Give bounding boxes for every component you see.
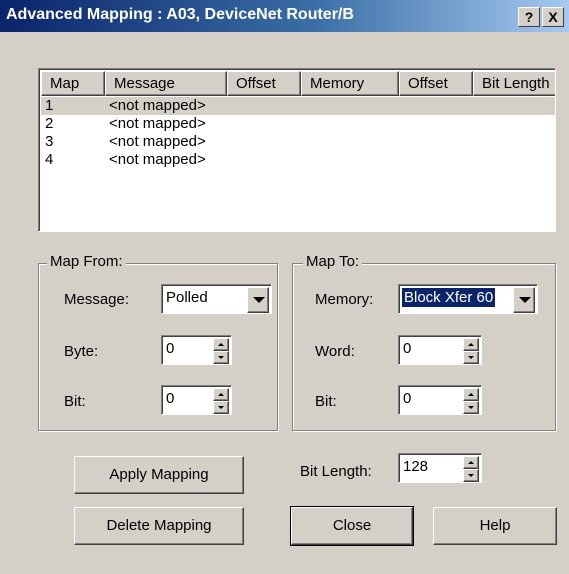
delete-mapping-button[interactable]: Delete Mapping [74, 507, 244, 545]
memory-dropdown-button[interactable] [513, 287, 535, 313]
from-bit-spinbox[interactable]: 0 [161, 385, 232, 415]
help-button[interactable]: Help [433, 507, 557, 545]
row-message: <not mapped> [109, 115, 206, 132]
row-map: 4 [45, 151, 54, 168]
bit-length-spinbox[interactable]: 128 [398, 453, 482, 483]
map-to-legend: Map To: [303, 253, 363, 270]
to-bit-increment-button[interactable] [463, 388, 479, 401]
to-bit-spin-buttons [463, 388, 479, 414]
byte-value: 0 [166, 340, 175, 357]
byte-spinbox[interactable]: 0 [161, 335, 232, 365]
word-label: Word: [315, 343, 355, 360]
table-header: Map Message Offset Memory Offset Bit Len… [41, 71, 555, 96]
memory-select-value: Block Xfer 60 [402, 288, 496, 307]
window-title: Advanced Mapping : A03, DeviceNet Router… [6, 6, 354, 23]
from-bit-spin-buttons [213, 388, 229, 414]
arrow-up-icon [468, 343, 474, 346]
help-title-button[interactable]: ? [518, 7, 540, 27]
arrow-down-icon [468, 406, 474, 409]
from-bit-value: 0 [166, 390, 175, 407]
bit-length-label: Bit Length: [300, 463, 372, 480]
table-row[interactable]: 2 <not mapped> [41, 115, 555, 133]
message-select[interactable]: Polled [161, 284, 272, 314]
close-title-button[interactable]: X [542, 7, 564, 27]
title-bar[interactable]: Advanced Mapping : A03, DeviceNet Router… [0, 0, 569, 32]
column-header-map[interactable]: Map [41, 71, 105, 96]
memory-label: Memory: [315, 291, 374, 308]
byte-label: Byte: [64, 343, 99, 360]
arrow-down-icon [468, 474, 474, 477]
byte-decrement-button[interactable] [213, 351, 229, 364]
word-value: 0 [403, 340, 412, 357]
word-decrement-button[interactable] [463, 351, 479, 364]
column-header-offset[interactable]: Offset [227, 71, 301, 96]
table-row[interactable]: 3 <not mapped> [41, 133, 555, 151]
from-bit-label: Bit: [64, 393, 86, 410]
close-button[interactable]: Close [290, 506, 414, 546]
table-row[interactable]: 4 <not mapped> [41, 151, 555, 169]
byte-spin-buttons [213, 338, 229, 364]
from-bit-increment-button[interactable] [213, 388, 229, 401]
to-bit-label: Bit: [315, 393, 337, 410]
arrow-down-icon [218, 356, 224, 359]
row-message: <not mapped> [109, 97, 206, 114]
map-from-legend: Map From: [47, 253, 126, 270]
arrow-up-icon [468, 461, 474, 464]
to-bit-decrement-button[interactable] [463, 401, 479, 414]
byte-increment-button[interactable] [213, 338, 229, 351]
from-bit-decrement-button[interactable] [213, 401, 229, 414]
word-increment-button[interactable] [463, 338, 479, 351]
to-bit-value: 0 [403, 390, 412, 407]
column-header-message[interactable]: Message [105, 71, 227, 96]
bit-length-spin-buttons [463, 456, 479, 482]
word-spin-buttons [463, 338, 479, 364]
arrow-up-icon [218, 393, 224, 396]
to-bit-spinbox[interactable]: 0 [398, 385, 482, 415]
column-header-memory[interactable]: Memory [301, 71, 399, 96]
message-dropdown-button[interactable] [247, 287, 269, 313]
advanced-mapping-dialog: Advanced Mapping : A03, DeviceNet Router… [0, 0, 569, 574]
arrow-down-icon [468, 356, 474, 359]
chevron-down-icon [253, 297, 265, 303]
column-header-offset-2[interactable]: Offset [399, 71, 473, 96]
arrow-up-icon [218, 343, 224, 346]
bit-length-decrement-button[interactable] [463, 469, 479, 482]
message-select-value: Polled [166, 289, 208, 306]
arrow-up-icon [468, 393, 474, 396]
apply-mapping-button[interactable]: Apply Mapping [74, 456, 244, 494]
message-label: Message: [64, 291, 130, 308]
memory-select[interactable]: Block Xfer 60 [398, 284, 538, 314]
row-map: 3 [45, 133, 54, 150]
row-map: 2 [45, 115, 54, 132]
row-message: <not mapped> [109, 151, 206, 168]
arrow-down-icon [218, 406, 224, 409]
chevron-down-icon [519, 297, 531, 303]
mapping-table[interactable]: Map Message Offset Memory Offset Bit Len… [38, 68, 556, 232]
table-row[interactable]: 1 <not mapped> [41, 97, 555, 115]
row-message: <not mapped> [109, 133, 206, 150]
word-spinbox[interactable]: 0 [398, 335, 482, 365]
bit-length-value: 128 [403, 458, 429, 475]
bit-length-increment-button[interactable] [463, 456, 479, 469]
column-header-bit-length[interactable]: Bit Length [473, 71, 555, 96]
row-map: 1 [45, 97, 54, 114]
